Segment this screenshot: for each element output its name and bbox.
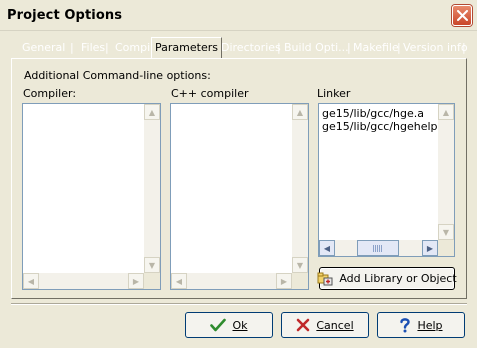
- linker-vertical-scrollbar[interactable]: ▲ ▼: [438, 104, 454, 240]
- title-bar[interactable]: Project Options: [0, 0, 477, 31]
- help-label: Help: [417, 318, 443, 332]
- chevron-left-icon: ◀: [323, 243, 331, 253]
- scroll-left-button[interactable]: ◀: [319, 240, 335, 256]
- chevron-down-icon: ▼: [442, 227, 450, 237]
- tab-build-options[interactable]: Build Opti...: [282, 39, 351, 58]
- tab-parameters[interactable]: Parameters: [151, 37, 222, 58]
- tab-makefile[interactable]: Makefile: [351, 39, 401, 58]
- grip-icon: [373, 244, 383, 252]
- tab-separator: |: [462, 41, 466, 54]
- horizontal-scroll-thumb[interactable]: [357, 240, 399, 256]
- window-title: Project Options: [7, 8, 123, 23]
- ok-button[interactable]: Ok: [185, 312, 273, 338]
- compiler-options-textbox[interactable]: ▲ ▼ ◀ ▶: [22, 103, 161, 290]
- scroll-right-button[interactable]: ▶: [422, 240, 438, 256]
- scroll-up-button[interactable]: ▲: [144, 104, 160, 120]
- linker-options-textbox[interactable]: ge15/lib/gcc/hge.a ge15/lib/gcc/hgehelp.…: [318, 103, 455, 257]
- chevron-down-icon: ▼: [148, 260, 156, 270]
- linker-horizontal-scrollbar[interactable]: ◀ ▶: [319, 240, 438, 256]
- add-library-icon: [317, 272, 333, 286]
- chevron-up-icon: ▲: [148, 107, 156, 117]
- cancel-label: Cancel: [316, 318, 354, 332]
- add-library-label: Add Library or Object: [339, 272, 457, 285]
- close-icon: [456, 10, 468, 21]
- chevron-left-icon: ◀: [27, 276, 35, 286]
- scroll-down-button[interactable]: ▼: [438, 224, 454, 240]
- cpp-compiler-label: C++ compiler: [171, 87, 249, 100]
- check-icon: [210, 318, 227, 332]
- scrollbar-corner: [292, 273, 308, 289]
- scroll-up-button[interactable]: ▲: [438, 104, 454, 120]
- chevron-left-icon: ◀: [175, 276, 183, 286]
- add-library-button[interactable]: Add Library or Object: [317, 267, 457, 290]
- close-button[interactable]: [452, 5, 472, 26]
- linker-line: ge15/lib/gcc/hgehelp.a: [322, 120, 448, 133]
- scrollbar-corner: [438, 240, 454, 256]
- tab-separator: |: [105, 41, 109, 54]
- tab-separator: |: [70, 41, 74, 54]
- cancel-button[interactable]: Cancel: [281, 312, 369, 338]
- project-options-dialog: Project Options General | Files | Compil…: [0, 0, 477, 348]
- compiler-vertical-scrollbar[interactable]: ▲ ▼: [144, 104, 160, 273]
- cpp-horizontal-scrollbar[interactable]: ◀ ▶: [171, 273, 292, 289]
- parameters-panel: Additional Command-line options: Compile…: [11, 58, 467, 299]
- scroll-right-button[interactable]: ▶: [128, 273, 144, 289]
- scroll-left-button[interactable]: ◀: [171, 273, 187, 289]
- tab-general[interactable]: General: [20, 39, 67, 58]
- compiler-horizontal-scrollbar[interactable]: ◀ ▶: [23, 273, 144, 289]
- chevron-up-icon: ▲: [442, 107, 450, 117]
- scroll-right-button[interactable]: ▶: [276, 273, 292, 289]
- chevron-down-icon: ▼: [296, 260, 304, 270]
- scrollbar-corner: [144, 273, 160, 289]
- help-button[interactable]: Help: [377, 312, 465, 338]
- x-icon: [296, 318, 310, 332]
- chevron-up-icon: ▲: [296, 107, 304, 117]
- additional-options-heading: Additional Command-line options:: [24, 69, 211, 82]
- scroll-left-button[interactable]: ◀: [23, 273, 39, 289]
- scroll-down-button[interactable]: ▼: [292, 257, 308, 273]
- scroll-up-button[interactable]: ▲: [292, 104, 308, 120]
- chevron-right-icon: ▶: [280, 276, 288, 286]
- linker-line: ge15/lib/gcc/hge.a: [322, 107, 424, 120]
- tab-row: General | Files | Compiler Parameters Di…: [10, 37, 468, 58]
- compiler-label: Compiler:: [23, 87, 77, 100]
- tab-directories[interactable]: Directories: [219, 39, 283, 58]
- chevron-right-icon: ▶: [132, 276, 140, 286]
- question-mark-icon: [399, 317, 411, 333]
- scroll-down-button[interactable]: ▼: [144, 257, 160, 273]
- linker-label: Linker: [317, 87, 351, 100]
- cpp-vertical-scrollbar[interactable]: ▲ ▼: [292, 104, 308, 273]
- cpp-compiler-options-textbox[interactable]: ▲ ▼ ◀ ▶: [170, 103, 309, 290]
- button-divider: [11, 303, 467, 305]
- ok-label: Ok: [232, 318, 248, 332]
- chevron-right-icon: ▶: [426, 243, 434, 253]
